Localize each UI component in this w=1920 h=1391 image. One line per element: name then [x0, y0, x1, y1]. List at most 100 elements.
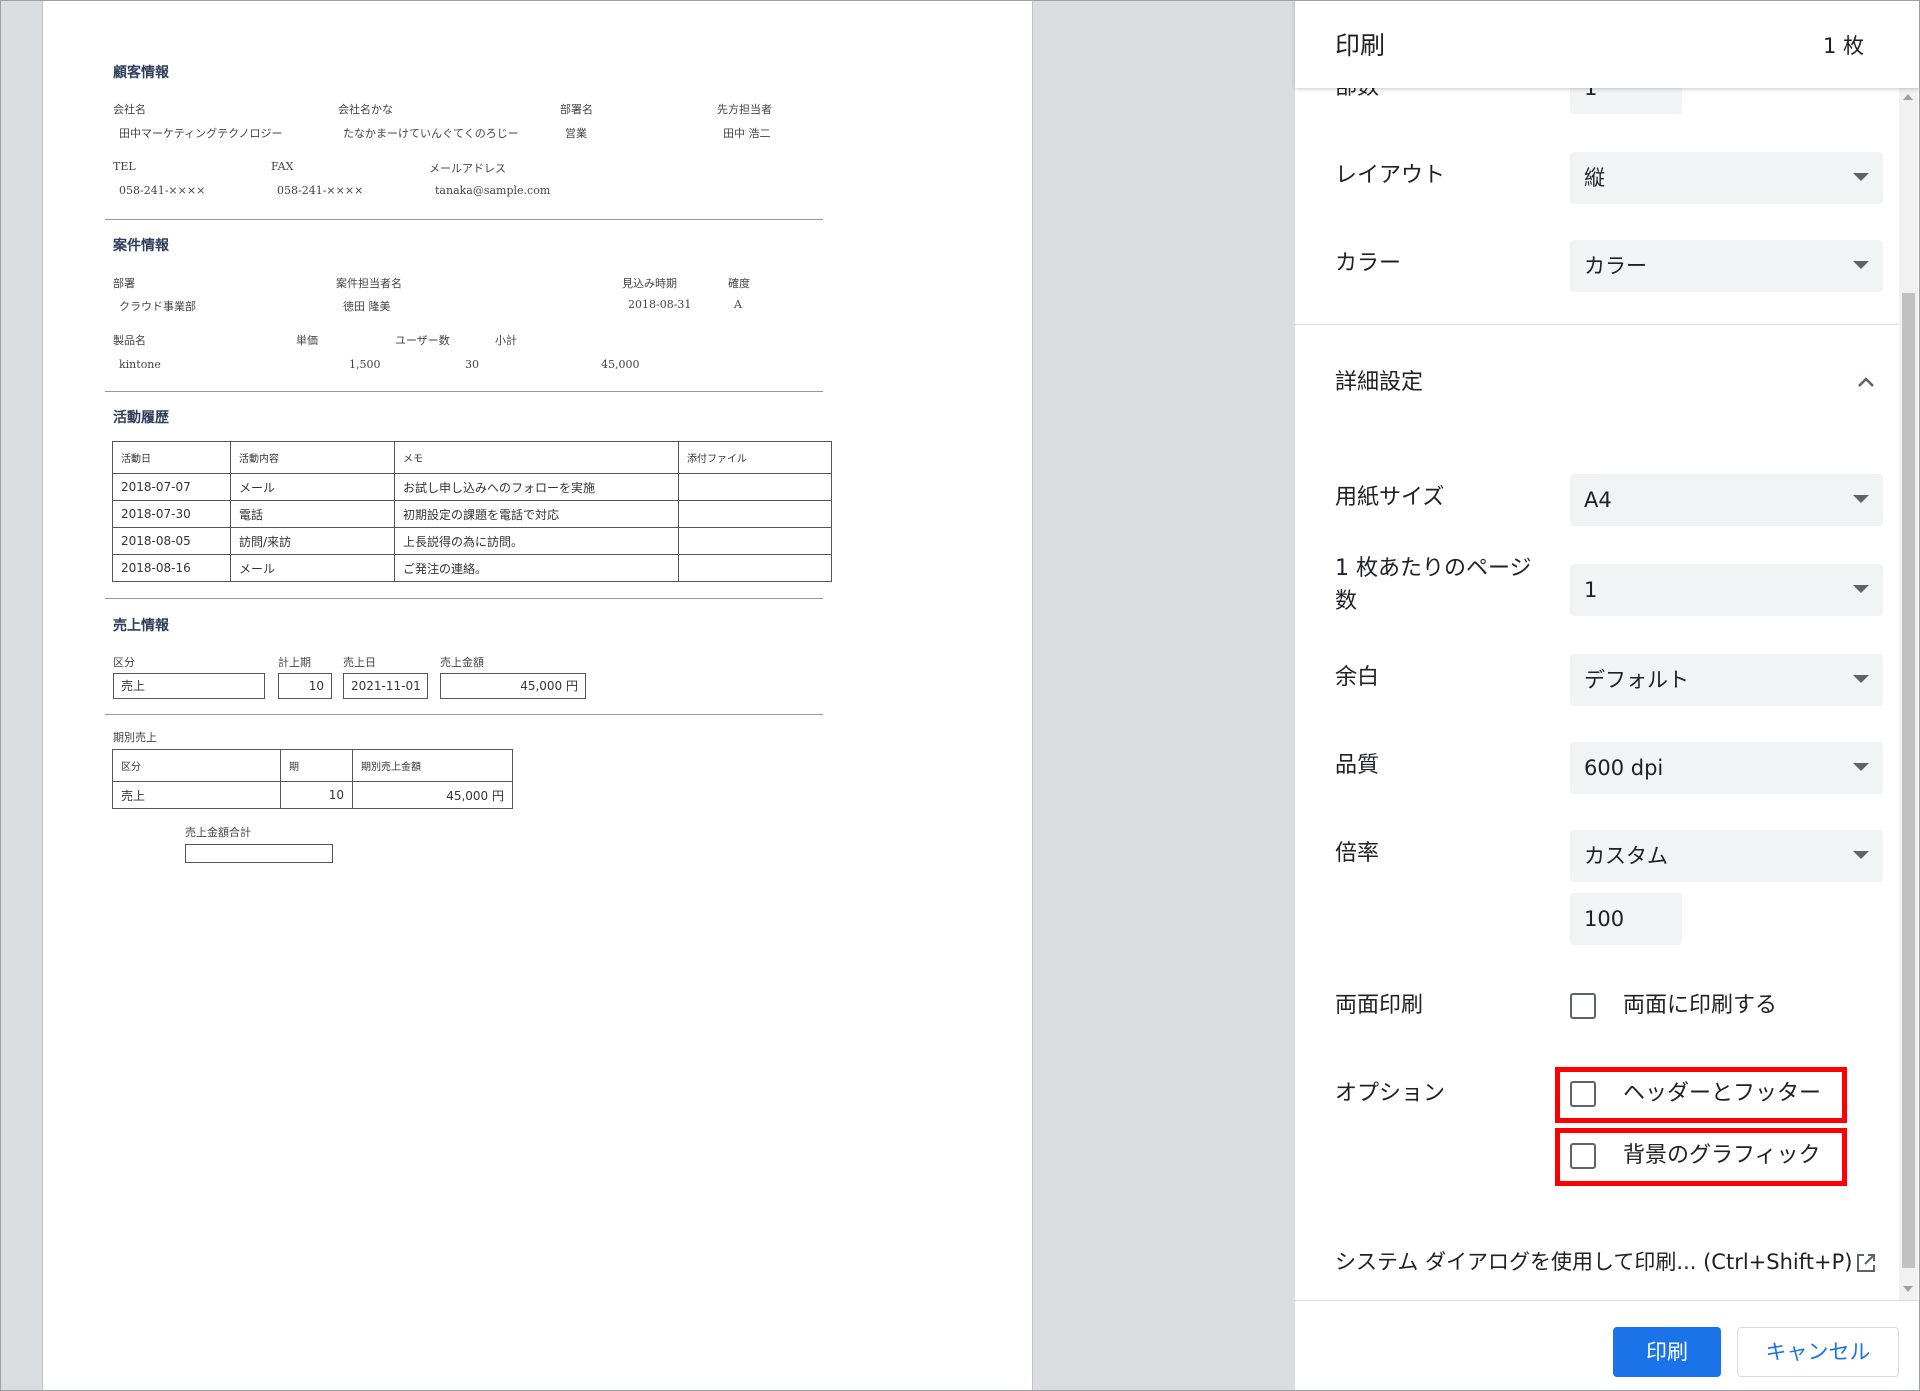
scale-value: カスタム [1584, 844, 1668, 868]
table-header: 活動内容 [230, 441, 395, 474]
paper-size-select[interactable]: A4 [1570, 474, 1883, 526]
copies-label: 部数 [1335, 88, 1379, 104]
table-cell: ご発注の連絡。 [394, 554, 679, 582]
field-value: 1,500 [349, 358, 381, 371]
sales-term-field: 10 [278, 673, 332, 699]
dropdown-arrow-icon [1853, 261, 1869, 269]
field-value: 田中 浩二 [723, 127, 771, 140]
table-cell: 上長説得の為に訪問。 [394, 527, 679, 555]
field-label: 計上期 [278, 656, 311, 669]
panel-title: 印刷 [1335, 31, 1386, 60]
period-sales-title: 期別売上 [113, 731, 157, 744]
margin-select[interactable]: デフォルト [1570, 654, 1883, 706]
table-header: メモ [394, 441, 679, 474]
advanced-settings-toggle[interactable]: 詳細設定 [1335, 367, 1423, 399]
field-label: ユーザー数 [395, 334, 450, 347]
duplex-checkbox-label[interactable]: 両面に印刷する [1623, 988, 1777, 1024]
field-label: 部署名 [560, 103, 593, 116]
scale-label: 倍率 [1335, 841, 1380, 866]
table-cell: お試し申し込みへのフォローを実施 [394, 473, 679, 501]
copies-input[interactable]: 1 [1570, 88, 1682, 114]
table-header: 期別売上金額 [352, 749, 513, 782]
field-label: 製品名 [113, 334, 146, 347]
scale-select[interactable]: カスタム [1570, 830, 1883, 882]
print-settings-panel: 印刷 1 枚 部数 1 レイアウト 縦 カラー カラー 詳細設定 用紙サイズ A… [1295, 0, 1920, 1391]
table-cell: 2018-08-16 [112, 554, 231, 582]
table-cell: 2018-07-30 [112, 500, 231, 528]
field-label: 単価 [296, 334, 318, 347]
color-label: カラー [1335, 251, 1402, 276]
field-label: 小計 [495, 334, 517, 347]
table-row: 2018-08-16 メール ご発注の連絡。 [112, 554, 832, 582]
field-label: 案件担当者名 [336, 277, 402, 290]
scroll-up-icon[interactable] [1903, 94, 1913, 100]
table-row: 売上 10 45,000 円 [112, 781, 513, 809]
layout-select[interactable]: 縦 [1570, 152, 1883, 204]
field-value: 徳田 隆美 [343, 300, 391, 313]
layout-label: レイアウト [1335, 163, 1446, 188]
duplex-checkbox-row[interactable]: 両面に印刷する [1570, 988, 1830, 1024]
section-title-customer: 顧客情報 [113, 65, 169, 81]
table-header-row: 活動日 活動内容 メモ 添付ファイル [112, 441, 832, 474]
table-cell: 2018-07-07 [112, 473, 231, 501]
field-label: 部署 [113, 277, 135, 290]
quality-select[interactable]: 600 dpi [1570, 742, 1883, 794]
table-cell: 訪問/来訪 [230, 527, 395, 555]
quality-label: 品質 [1335, 753, 1380, 778]
period-sales-table: 区分 期 期別売上金額 売上 10 45,000 円 [112, 749, 513, 809]
table-cell [678, 500, 832, 528]
field-value: 058-241-×××× [119, 184, 206, 197]
panel-scrollbar[interactable] [1899, 88, 1918, 1300]
quality-value: 600 dpi [1584, 756, 1664, 780]
print-preview-area: 顧客情報 会社名 田中マーケティングテクノロジー 会社名かな たなかまーけていん… [0, 0, 1295, 1391]
preview-page: 顧客情報 会社名 田中マーケティングテクノロジー 会社名かな たなかまーけていん… [42, 0, 1033, 1391]
field-label: 売上金額 [440, 656, 484, 669]
sales-total-field [185, 844, 333, 863]
field-label: TEL [113, 160, 136, 173]
table-header-row: 区分 期 期別売上金額 [112, 749, 513, 782]
field-value: 田中マーケティングテクノロジー [119, 127, 283, 140]
settings-scroll-area[interactable]: 部数 1 レイアウト 縦 カラー カラー 詳細設定 用紙サイズ A4 1 枚あた… [1295, 88, 1920, 1300]
highlight-box [1555, 1067, 1847, 1123]
scale-input[interactable]: 100 [1570, 893, 1682, 945]
paper-size-value: A4 [1584, 488, 1612, 512]
dropdown-arrow-icon [1853, 763, 1869, 771]
field-label: 区分 [113, 656, 135, 669]
section-divider [105, 598, 823, 599]
cancel-button[interactable]: キャンセル [1737, 1327, 1899, 1377]
table-cell: 売上 [112, 781, 281, 809]
table-cell: 電話 [230, 500, 395, 528]
system-dialog-link[interactable]: システム ダイアログを使用して印刷... (Ctrl+Shift+P) [1335, 1246, 1852, 1278]
panel-footer: 印刷 キャンセル [1295, 1300, 1920, 1391]
dropdown-arrow-icon [1853, 585, 1869, 593]
table-header: 添付ファイル [678, 441, 832, 474]
duplex-label: 両面印刷 [1335, 993, 1424, 1018]
field-label: メールアドレス [429, 162, 506, 175]
table-header: 期 [280, 749, 353, 782]
sheet-count: 1 枚 [1822, 34, 1864, 58]
section-title-project: 案件情報 [113, 238, 169, 254]
table-cell [678, 473, 832, 501]
options-label: オプション [1335, 1081, 1446, 1106]
pages-per-sheet-label-cont: 数 [1335, 589, 1358, 614]
color-value: カラー [1584, 254, 1647, 278]
scrollbar-thumb[interactable] [1902, 293, 1915, 1268]
duplex-checkbox[interactable] [1570, 993, 1596, 1019]
open-external-icon[interactable] [1855, 1252, 1877, 1274]
dropdown-arrow-icon [1853, 851, 1869, 859]
scroll-down-icon[interactable] [1903, 1286, 1913, 1292]
table-cell: 初期設定の課題を電話で対応 [394, 500, 679, 528]
field-label: 会社名 [113, 103, 146, 116]
field-value: kintone [119, 358, 161, 371]
pages-per-sheet-select[interactable]: 1 [1570, 564, 1883, 616]
field-label: 見込み時期 [622, 277, 677, 290]
divider [1295, 324, 1905, 325]
table-cell: 10 [280, 781, 353, 809]
print-button[interactable]: 印刷 [1613, 1327, 1721, 1377]
field-label: 確度 [728, 277, 750, 290]
color-select[interactable]: カラー [1570, 240, 1883, 292]
table-cell [678, 554, 832, 582]
field-value: 45,000 [601, 358, 640, 371]
chevron-up-icon[interactable] [1857, 376, 1875, 388]
field-value: クラウド事業部 [119, 300, 196, 313]
